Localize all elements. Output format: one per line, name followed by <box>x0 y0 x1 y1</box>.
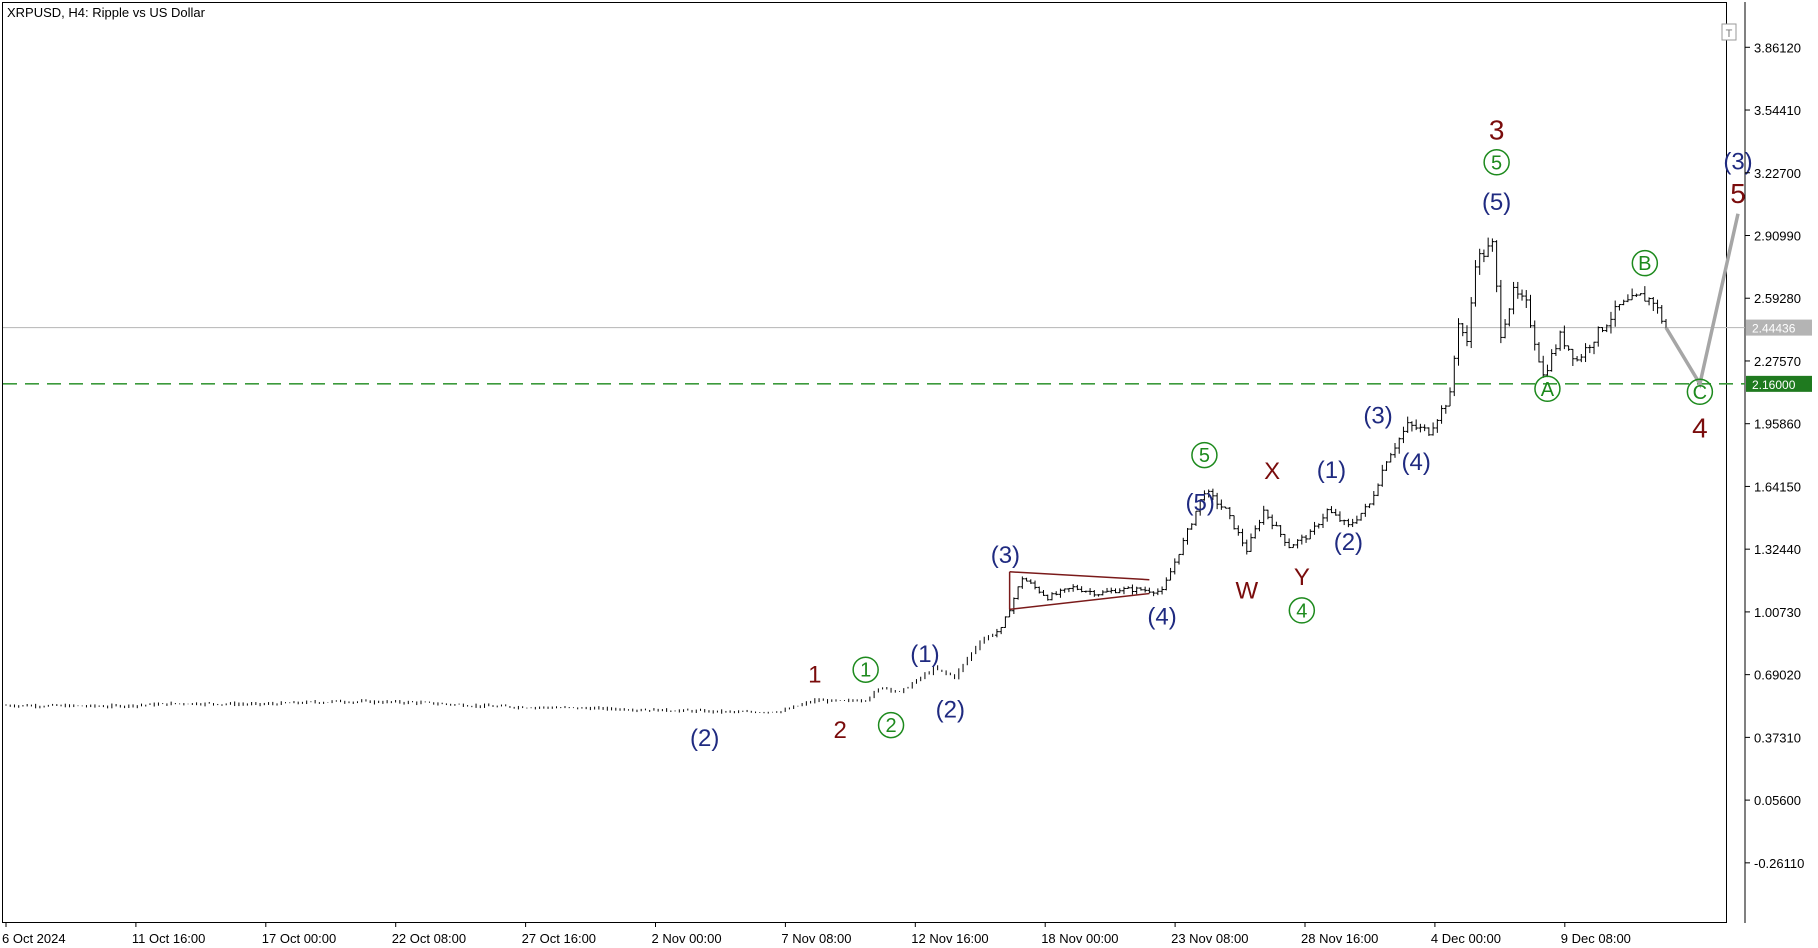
wave-label-text: 4 <box>1296 600 1307 622</box>
chart-canvas[interactable]: XRPUSD, H4: Ripple vs US Dollar T (2) 1 2 1… <box>0 0 1818 948</box>
x-tick-label: 28 Nov 16:00 <box>1301 931 1378 946</box>
price-axis: 3.86120 3.54410 3.22700 2.90990 2.59280 2.275… <box>1745 40 1812 871</box>
wave-label: X <box>1264 458 1280 485</box>
wave-label: (2) <box>690 725 719 752</box>
x-tick-label: 6 Oct 2024 <box>2 931 66 946</box>
wave-label-text: 5 <box>1491 152 1502 174</box>
wave-label-text: 1 <box>860 660 871 682</box>
wave-label: (3) <box>1723 148 1752 175</box>
wave-label: W <box>1235 578 1258 605</box>
y-tick-label: 1.00730 <box>1754 605 1801 620</box>
wave-label: 5 <box>1730 178 1746 209</box>
trade-toggle-button[interactable]: T <box>1721 23 1737 41</box>
wave-label: (3) <box>991 542 1020 569</box>
x-tick-label: 4 Dec 00:00 <box>1431 931 1501 946</box>
y-tick-label: 0.37310 <box>1754 730 1801 745</box>
y-tick-label: 2.27570 <box>1754 354 1801 369</box>
y-tick-label: -0.26110 <box>1754 856 1804 871</box>
trade-toggle-icon[interactable]: T <box>1726 28 1733 40</box>
wave-label: 1 <box>808 662 821 689</box>
wave-label: (1) <box>1317 457 1346 484</box>
wave-label: 3 <box>1489 115 1505 146</box>
wave-label: (5) <box>1482 189 1511 216</box>
wave-label: (5) <box>1186 490 1215 517</box>
plot-frame <box>2 2 1727 923</box>
wave-label: (2) <box>1334 529 1363 556</box>
wave-label: (4) <box>1147 603 1176 630</box>
wave-label: 4 <box>1692 412 1708 443</box>
x-tick-label: 23 Nov 08:00 <box>1171 931 1248 946</box>
x-tick-label: 27 Oct 16:00 <box>522 931 596 946</box>
y-tick-label: 1.32440 <box>1754 542 1801 557</box>
wave-label-text: A <box>1541 379 1555 401</box>
x-tick-label: 18 Nov 00:00 <box>1041 931 1118 946</box>
time-axis: 6 Oct 2024 11 Oct 16:00 17 Oct 00:00 22 Oct… <box>2 922 1631 946</box>
y-tick-label: 3.22700 <box>1754 166 1801 181</box>
y-tick-label: 2.90990 <box>1754 228 1801 243</box>
y-tick-label: 1.64150 <box>1754 479 1801 494</box>
wave-label-text: C <box>1693 382 1707 404</box>
x-tick-label: 12 Nov 16:00 <box>911 931 988 946</box>
wave-label: 2 <box>834 717 847 744</box>
y-tick-label: 1.95860 <box>1754 417 1801 432</box>
current-price-tag-label: 2.44436 <box>1752 322 1796 336</box>
x-tick-label: 11 Oct 16:00 <box>132 931 205 946</box>
y-tick-label: 0.69020 <box>1754 668 1801 683</box>
wave-label: (2) <box>936 696 965 723</box>
wave-label-text: 5 <box>1199 445 1210 467</box>
wave-label: (1) <box>910 641 939 668</box>
x-tick-label: 22 Oct 08:00 <box>392 931 466 946</box>
x-tick-label: 2 Nov 00:00 <box>652 931 722 946</box>
x-tick-label: 9 Dec 08:00 <box>1561 931 1631 946</box>
target-level-tag-label: 2.16000 <box>1752 378 1796 392</box>
chart-title: XRPUSD, H4: Ripple vs US Dollar <box>7 5 206 20</box>
wave-label: (3) <box>1363 403 1392 430</box>
y-tick-label: 0.05600 <box>1754 793 1801 808</box>
y-tick-label: 2.59280 <box>1754 291 1801 306</box>
x-tick-label: 17 Oct 00:00 <box>262 931 336 946</box>
y-tick-label: 3.86120 <box>1754 40 1801 55</box>
wave-label: (4) <box>1401 449 1430 476</box>
y-tick-label: 3.54410 <box>1754 103 1801 118</box>
wave-label-text: B <box>1638 253 1651 275</box>
x-tick-label: 7 Nov 08:00 <box>781 931 851 946</box>
wave-label-text: 2 <box>885 715 896 737</box>
wave-label: Y <box>1294 564 1310 591</box>
